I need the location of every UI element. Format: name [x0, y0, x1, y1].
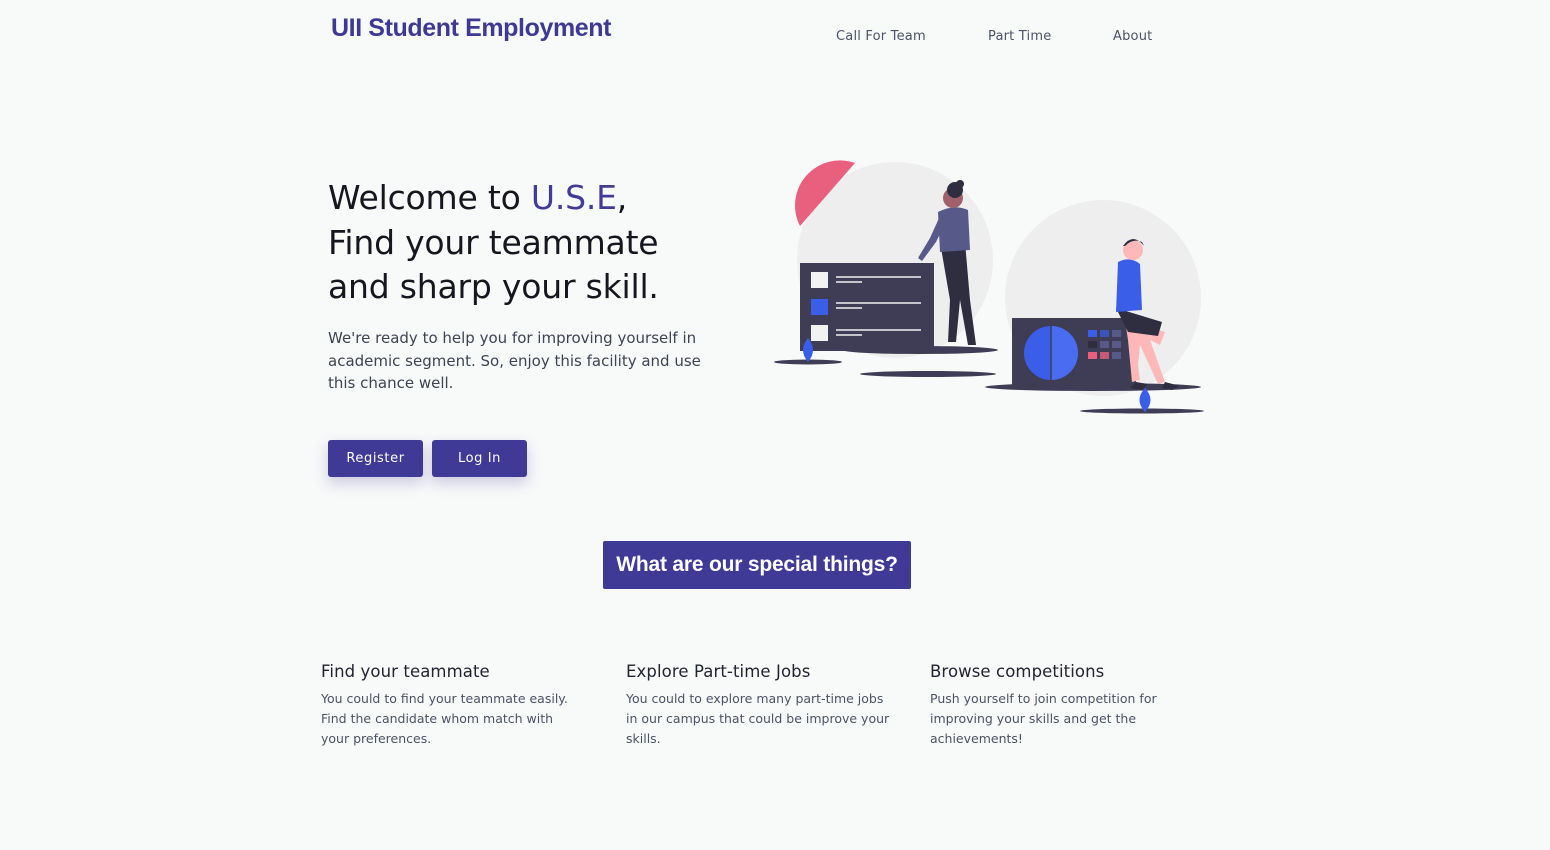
feature-text: You could to explore many part-time jobs… [626, 691, 890, 746]
nav-link-part-time[interactable]: Part Time [988, 29, 1051, 44]
nav-link-call-for-team[interactable]: Call For Team [836, 29, 926, 44]
feature-text: You could to find your teammate easily. … [321, 691, 568, 746]
feature-title: Explore Part-time Jobs [626, 662, 811, 681]
hero-title-accent: U.S.E [530, 178, 617, 217]
nav-link-about[interactable]: About [1113, 29, 1152, 44]
brand-logo[interactable]: UII Student Employment [331, 14, 612, 43]
feature-title: Browse competitions [930, 662, 1105, 681]
hero-description: We're ready to help you for improving yo… [328, 329, 701, 392]
hero-title: Welcome to U.S.E, Find your teammate and… [328, 176, 659, 310]
illustration-plant [1139, 388, 1151, 412]
hero-title-prefix: Welcome to [328, 178, 531, 217]
register-button[interactable]: Register [328, 440, 423, 477]
illustration-woman-torso [938, 207, 970, 252]
feature-part-time-jobs: Explore Part-time Jobs You could to expl… [626, 662, 896, 749]
illustration-shadow [860, 371, 996, 377]
hero-illustration [774, 160, 1204, 414]
feature-find-teammate: Find your teammate You could to find you… [321, 662, 591, 749]
illustration-man-torso [1116, 259, 1142, 312]
login-button[interactable]: Log In [432, 440, 527, 477]
hero-title-comma: , [616, 178, 628, 217]
hero-title-line3: and sharp your skill. [328, 267, 659, 306]
hero-title-line2: Find your teammate [328, 222, 659, 262]
feature-text: Push yourself to join competition for im… [930, 691, 1157, 746]
feature-title: Find your teammate [321, 662, 490, 681]
special-things-heading: What are our special things? [603, 541, 911, 589]
illustration-shadow [1080, 408, 1204, 414]
feature-competitions: Browse competitions Push yourself to joi… [930, 662, 1200, 749]
